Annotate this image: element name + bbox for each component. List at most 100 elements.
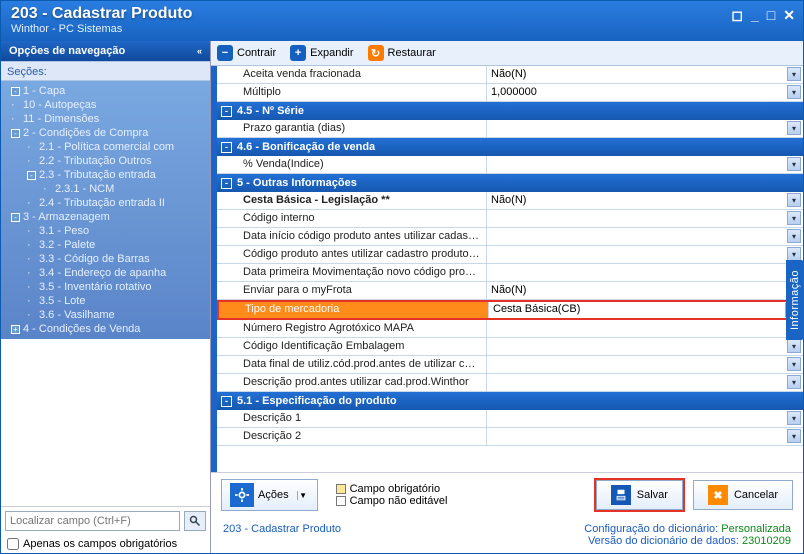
grid-row[interactable]: Aceita venda fracionadaNão(N)▾ [217,66,803,84]
expand-icon[interactable]: + [11,325,20,334]
field-value[interactable]: Não(N)▾ [487,282,803,299]
tree-item[interactable]: +4 - Condições de Venda [5,322,206,336]
tree-item-label[interactable]: 4 - Condições de Venda [23,323,140,335]
tree-item-label[interactable]: 2.3.1 - NCM [55,183,114,195]
tree-item[interactable]: ·10 - Autopeças [5,98,206,112]
grid-row[interactable]: Prazo garantia (dias)▾ [217,120,803,138]
expand-button[interactable]: + Expandir [290,45,353,61]
field-value[interactable]: Não(N)▾ [487,66,803,83]
tree-item-label[interactable]: 10 - Autopeças [23,99,96,111]
dropdown-icon[interactable]: ▾ [787,357,801,371]
tree-item[interactable]: ·3.1 - Peso [5,224,206,238]
tree-item[interactable]: -2 - Condições de Compra [5,126,206,140]
tree-item[interactable]: ·2.2 - Tributação Outros [5,154,206,168]
collapse-icon[interactable]: - [221,106,232,117]
tree-item[interactable]: -3 - Armazenagem [5,210,206,224]
expand-icon[interactable]: - [27,171,36,180]
grid-row[interactable]: Tipo de mercadoriaCesta Básica(CB)▾ [217,300,803,320]
nav-header[interactable]: Opções de navegação « [1,41,210,61]
tree-item-label[interactable]: 2.4 - Tributação entrada II [39,197,165,209]
grid-row[interactable]: Descrição 1▾ [217,410,803,428]
field-value[interactable]: ▾ [487,410,803,427]
info-tab[interactable]: Informação [786,260,804,340]
dropdown-icon[interactable]: ▾ [787,247,801,261]
dropdown-icon[interactable]: ▾ [787,211,801,225]
field-value[interactable]: ▾ [487,246,803,263]
tree-item-label[interactable]: 11 - Dimensões [23,113,99,125]
tree-item[interactable]: ·2.1 - Política comercial com [5,140,206,154]
tree-item-label[interactable]: 2.2 - Tributação Outros [39,155,152,167]
field-value[interactable]: ▾ [487,356,803,373]
field-value[interactable]: ▾ [487,428,803,445]
dropdown-icon[interactable]: ▾ [787,121,801,135]
popout-icon[interactable]: ◻ [731,7,743,24]
section-header[interactable]: -4.6 - Bonificação de venda [217,138,803,156]
grid-row[interactable]: Cesta Básica - Legislação **Não(N)▾ [217,192,803,210]
grid-row[interactable]: Múltiplo1,000000▾ [217,84,803,102]
dropdown-icon[interactable]: ▾ [787,411,801,425]
contract-button[interactable]: − Contrair [217,45,276,61]
tree-item[interactable]: -1 - Capa [5,84,206,98]
dropdown-icon[interactable]: ▾ [787,157,801,171]
field-value[interactable]: Não(N)▾ [487,192,803,209]
tree-item-label[interactable]: 2.3 - Tributação entrada [39,169,156,181]
tree-item[interactable]: ·3.5 - Lote [5,294,206,308]
actions-button[interactable]: Ações ▼ [221,479,318,511]
dropdown-icon[interactable]: ▾ [787,375,801,389]
grid-row[interactable]: % Venda(Indice)▾ [217,156,803,174]
section-header[interactable]: -5.1 - Especificação do produto [217,392,803,410]
section-header[interactable]: -5 - Outras Informações [217,174,803,192]
search-button[interactable] [184,511,206,531]
tree-item-label[interactable]: 3.1 - Peso [39,225,89,237]
expand-icon[interactable]: - [11,87,20,96]
grid-row[interactable]: Número Registro Agrotóxico MAPA▾ [217,320,803,338]
section-header[interactable]: -4.5 - Nº Série [217,102,803,120]
collapse-icon[interactable]: - [221,396,232,407]
save-button[interactable]: Salvar [596,480,683,510]
field-value[interactable]: ▾ [487,228,803,245]
search-input[interactable] [5,511,180,531]
tree-item-label[interactable]: 2.1 - Política comercial com [39,141,174,153]
grid-row[interactable]: Código Identificação Embalagem▾ [217,338,803,356]
actions-split-icon[interactable]: ▼ [297,491,309,500]
tree-item[interactable]: -2.3 - Tributação entrada [5,168,206,182]
tree-item[interactable]: ·3.4 - Endereço de apanha [5,266,206,280]
dropdown-icon[interactable]: ▾ [787,339,801,353]
only-required-checkbox[interactable]: Apenas os campos obrigatórios [1,535,210,553]
nav-tree[interactable]: -1 - Capa·10 - Autopeças·11 - Dimensões-… [1,81,210,339]
close-icon[interactable]: ✕ [783,7,795,24]
dropdown-icon[interactable]: ▾ [787,67,801,81]
field-value[interactable]: ▾ [487,120,803,137]
tree-item[interactable]: ·3.2 - Palete [5,238,206,252]
tree-item[interactable]: ·3.3 - Código de Barras [5,252,206,266]
field-value[interactable]: ▾ [487,264,803,281]
field-value[interactable]: ▾ [487,156,803,173]
grid-row[interactable]: Data início código produto antes utiliza… [217,228,803,246]
dropdown-icon[interactable]: ▾ [787,193,801,207]
field-value[interactable]: Cesta Básica(CB)▾ [489,302,801,318]
minimize-icon[interactable]: _ [751,7,759,24]
dropdown-icon[interactable]: ▾ [787,85,801,99]
collapse-nav-icon[interactable]: « [197,46,202,56]
tree-item[interactable]: ·3.5 - Inventário rotativo [5,280,206,294]
field-value[interactable]: 1,000000▾ [487,84,803,101]
maximize-icon[interactable]: □ [767,7,775,24]
expand-icon[interactable]: - [11,129,20,138]
property-grid[interactable]: Aceita venda fracionadaNão(N)▾Múltiplo1,… [211,66,803,472]
field-value[interactable]: ▾ [487,374,803,391]
collapse-icon[interactable]: - [221,178,232,189]
dropdown-icon[interactable]: ▾ [787,429,801,443]
tree-item[interactable]: ·3.6 - Vasilhame [5,308,206,322]
tree-item-label[interactable]: 1 - Capa [23,85,65,97]
collapse-icon[interactable]: - [221,142,232,153]
tree-item-label[interactable]: 3.3 - Código de Barras [39,253,150,265]
tree-item-label[interactable]: 3.4 - Endereço de apanha [39,267,166,279]
grid-row[interactable]: Data primeira Movimentação novo código p… [217,264,803,282]
tree-item-label[interactable]: 3 - Armazenagem [23,211,110,223]
grid-row[interactable]: Descrição 2▾ [217,428,803,446]
tree-item[interactable]: ·2.3.1 - NCM [5,182,206,196]
grid-row[interactable]: Data final de utiliz.cód.prod.antes de u… [217,356,803,374]
expand-icon[interactable]: - [11,213,20,222]
tree-item[interactable]: ·11 - Dimensões [5,112,206,126]
dropdown-icon[interactable]: ▾ [787,229,801,243]
